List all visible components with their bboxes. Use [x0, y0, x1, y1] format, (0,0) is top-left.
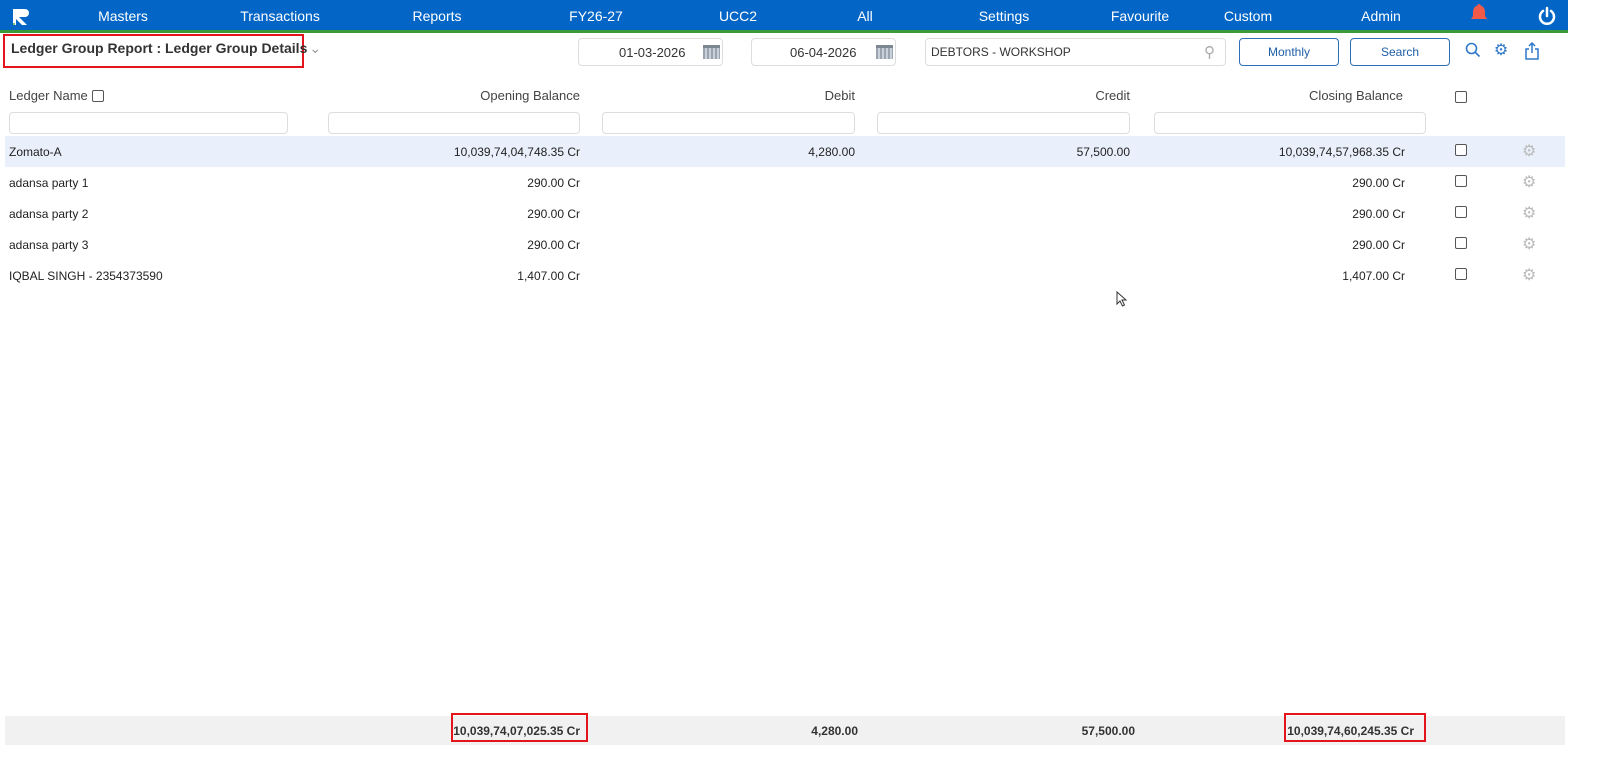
- from-date-field[interactable]: 01-03-2026: [578, 38, 723, 66]
- closing-balance: 10,039,74,57,968.35 Cr: [1278, 145, 1405, 159]
- nav-settings[interactable]: Settings: [979, 8, 1030, 24]
- filter-debit-input[interactable]: [602, 112, 855, 134]
- row-checkbox[interactable]: [1455, 268, 1467, 280]
- chevron-down-icon: ⌄: [309, 40, 322, 56]
- export-icon[interactable]: [1523, 41, 1541, 60]
- filter-ledger-name-input[interactable]: [9, 112, 288, 134]
- bell-icon[interactable]: [1470, 3, 1488, 23]
- gear-icon[interactable]: ⚙: [1522, 268, 1537, 284]
- power-icon[interactable]: [1537, 6, 1557, 26]
- nav-admin[interactable]: Admin: [1361, 8, 1401, 24]
- opening-balance: 290.00 Cr: [527, 176, 580, 190]
- table-row[interactable]: adansa party 3 290.00 Cr 290.00 Cr ⚙: [5, 229, 1565, 260]
- total-credit: 57,500.00: [1081, 724, 1135, 738]
- closing-balance: 290.00 Cr: [1352, 176, 1405, 190]
- row-checkbox[interactable]: [1455, 144, 1467, 156]
- nav-reports[interactable]: Reports: [412, 8, 461, 24]
- gear-icon[interactable]: ⚙: [1492, 42, 1510, 60]
- nav-transactions[interactable]: Transactions: [240, 8, 320, 24]
- credit: 57,500.00: [1076, 145, 1130, 159]
- nav-custom[interactable]: Custom: [1224, 8, 1272, 24]
- highlight-box: [1284, 713, 1426, 742]
- ledger-name[interactable]: adansa party 2: [9, 207, 88, 221]
- mouse-cursor: [1116, 290, 1128, 310]
- gear-icon[interactable]: ⚙: [1522, 206, 1537, 222]
- filter-opening-input[interactable]: [328, 112, 580, 134]
- filter-credit-input[interactable]: [877, 112, 1130, 134]
- to-date-value: 06-04-2026: [790, 45, 857, 60]
- table-row[interactable]: adansa party 2 290.00 Cr 290.00 Cr ⚙: [5, 198, 1565, 229]
- opening-balance: 1,407.00 Cr: [517, 269, 580, 283]
- nav-all[interactable]: All: [857, 8, 873, 24]
- ledger-name[interactable]: Zomato-A: [9, 145, 62, 159]
- header-debit[interactable]: Debit: [655, 88, 855, 103]
- opening-balance: 290.00 Cr: [527, 238, 580, 252]
- opening-balance: 290.00 Cr: [527, 207, 580, 221]
- monthly-button[interactable]: Monthly: [1239, 38, 1339, 66]
- gear-icon[interactable]: ⚙: [1522, 175, 1537, 191]
- closing-balance: 290.00 Cr: [1352, 207, 1405, 221]
- ledger-group-search-field[interactable]: DEBTORS - WORKSHOP ⚲: [925, 38, 1226, 66]
- search-button[interactable]: Search: [1350, 38, 1450, 66]
- app-logo[interactable]: [11, 7, 31, 27]
- top-nav: Masters Transactions Reports FY26-27 UCC…: [0, 0, 1568, 33]
- opening-balance: 10,039,74,04,748.35 Cr: [453, 145, 580, 159]
- ledger-name[interactable]: IQBAL SINGH - 2354373590: [9, 269, 163, 283]
- closing-balance: 1,407.00 Cr: [1342, 269, 1405, 283]
- calendar-icon[interactable]: [876, 45, 893, 59]
- calendar-icon[interactable]: [703, 45, 720, 59]
- to-date-field[interactable]: 06-04-2026: [751, 38, 896, 66]
- gear-icon[interactable]: ⚙: [1522, 237, 1537, 253]
- header-opening-balance[interactable]: Opening Balance: [380, 88, 580, 103]
- debit: 4,280.00: [808, 145, 855, 159]
- total-debit: 4,280.00: [811, 724, 858, 738]
- page-title: Ledger Group Report : Ledger Group Detai…: [11, 40, 308, 56]
- nav-masters[interactable]: Masters: [98, 8, 148, 24]
- table-row[interactable]: Zomato-A 10,039,74,04,748.35 Cr 4,280.00…: [5, 136, 1565, 167]
- search-icon[interactable]: [1464, 42, 1482, 60]
- header-ledger-name[interactable]: Ledger Name: [9, 88, 88, 103]
- nav-fy[interactable]: FY26-27: [569, 8, 623, 24]
- gear-icon[interactable]: ⚙: [1522, 144, 1537, 160]
- from-date-value: 01-03-2026: [619, 45, 686, 60]
- header-closing-balance[interactable]: Closing Balance: [1203, 88, 1403, 103]
- nav-favourite[interactable]: Favourite: [1111, 8, 1169, 24]
- select-all-checkbox[interactable]: [1455, 91, 1467, 103]
- ledger-group-value: DEBTORS - WORKSHOP: [931, 45, 1071, 59]
- row-checkbox[interactable]: [1455, 206, 1467, 218]
- header-credit[interactable]: Credit: [930, 88, 1130, 103]
- table-row[interactable]: IQBAL SINGH - 2354373590 1,407.00 Cr 1,4…: [5, 260, 1565, 291]
- filter-closing-input[interactable]: [1154, 112, 1426, 134]
- table-row[interactable]: adansa party 1 290.00 Cr 290.00 Cr ⚙: [5, 167, 1565, 198]
- ledger-name[interactable]: adansa party 3: [9, 238, 88, 252]
- search-icon[interactable]: ⚲: [1204, 43, 1215, 61]
- row-checkbox[interactable]: [1455, 237, 1467, 249]
- closing-balance: 290.00 Cr: [1352, 238, 1405, 252]
- ledger-name-checkbox[interactable]: [92, 90, 104, 102]
- highlight-box: [451, 713, 588, 742]
- nav-ucc2[interactable]: UCC2: [719, 8, 757, 24]
- ledger-name[interactable]: adansa party 1: [9, 176, 88, 190]
- report-title-dropdown[interactable]: Ledger Group Report : Ledger Group Detai…: [3, 34, 321, 68]
- row-checkbox[interactable]: [1455, 175, 1467, 187]
